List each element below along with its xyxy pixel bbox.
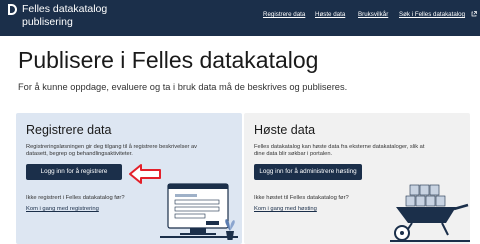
register-card-description: Registreringsløsningen gir deg tilgang t… [26, 144, 198, 157]
brand-subtitle[interactable]: publisering [22, 16, 73, 28]
nav-bruksvilkar[interactable]: Bruksvilkår [358, 11, 388, 18]
register-card-title: Registrere data [26, 123, 112, 137]
plant-icon [225, 219, 235, 240]
get-started-harvesting-link[interactable]: Kom i gang med høsting [254, 206, 317, 212]
harvest-sub-text: Ikke høstet til Felles datakatalog før? [254, 195, 349, 201]
external-link-icon [471, 11, 477, 17]
login-register-button[interactable]: Logg inn for å registrere [26, 164, 122, 180]
lead-text: For å kunne oppdage, evaluere og ta i br… [18, 82, 348, 92]
get-started-registration-link[interactable]: Kom i gang med registrering [26, 206, 99, 212]
brand-title[interactable]: Felles datakatalog [22, 3, 107, 15]
nav-hoste-data[interactable]: Høste data [315, 11, 345, 18]
harvest-data-card: Høste data Felles datakatalog kan høste … [244, 113, 470, 244]
logo-icon[interactable] [8, 4, 17, 15]
page-title: Publisere i Felles datakatalog [18, 47, 319, 73]
register-sub-text: Ikke registrert i Felles datakatalog før… [26, 195, 125, 201]
wheelbarrow-illustration [390, 184, 470, 242]
top-navigation-bar: Felles datakatalog publisering Registrer… [0, 0, 480, 36]
nav-sok-felles-datakatalog[interactable]: Søk i Felles datakatalog [399, 11, 465, 18]
login-harvest-button[interactable]: Logg inn for å administrere høsting [254, 164, 362, 180]
harvest-card-title: Høste data [254, 123, 316, 137]
red-arrow-icon [129, 164, 161, 184]
harvest-card-description: Felles datakatalog kan høste data fra ek… [254, 144, 425, 157]
nav-registrere-data[interactable]: Registrere data [263, 11, 305, 18]
